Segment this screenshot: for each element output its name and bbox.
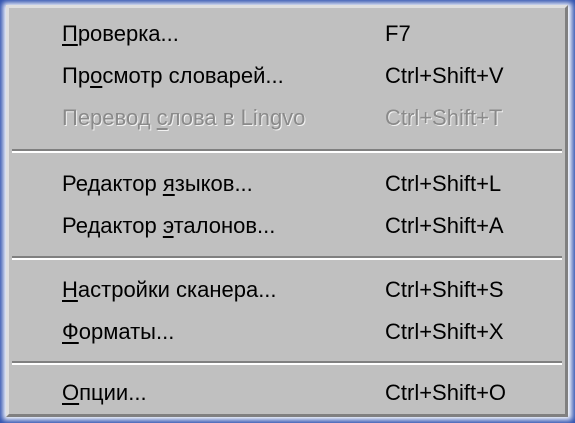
menu-item-shortcut: Ctrl+Shift+S xyxy=(385,277,504,302)
accelerator-key: П xyxy=(62,21,78,46)
accelerator-key: О xyxy=(62,380,80,405)
menu-item-scanner-settings[interactable]: Настройки сканера... Ctrl+Shift+S xyxy=(9,270,565,310)
screenshot-frame: Проверка... F7 Просмотр словарей... Ctrl… xyxy=(0,0,575,423)
menu-item-shortcut: Ctrl+Shift+A xyxy=(385,213,504,238)
menu-item-pattern-editor[interactable]: Редактор эталонов... Ctrl+Shift+A xyxy=(9,206,565,246)
accelerator-key: Ф xyxy=(62,319,79,344)
menu-separator xyxy=(12,256,562,260)
menu-separator xyxy=(12,361,562,365)
menu-item-label: Форматы... xyxy=(62,319,175,344)
menu-item-language-editor[interactable]: Редактор языков... Ctrl+Shift+L xyxy=(9,164,565,204)
context-menu: Проверка... F7 Просмотр словарей... Ctrl… xyxy=(6,5,568,417)
accelerator-key: Н xyxy=(62,277,78,302)
menu-item-options[interactable]: Опции... Ctrl+Shift+O xyxy=(9,373,565,413)
menu-item-label: Перевод слова в Lingvo xyxy=(62,105,306,130)
menu-item-label: Просмотр словарей... xyxy=(62,63,284,88)
menu-item-label: Проверка... xyxy=(62,21,179,46)
menu-item-shortcut: Ctrl+Shift+O xyxy=(385,380,507,405)
accelerator-key: я xyxy=(162,171,175,196)
menu-item-label: Настройки сканера... xyxy=(62,277,277,302)
menu-item-shortcut: F7 xyxy=(385,21,411,46)
accelerator-key: о xyxy=(90,63,103,88)
menu-item-label: Опции... xyxy=(62,380,147,405)
menu-item-label: Редактор эталонов... xyxy=(62,213,276,238)
accelerator-key: с xyxy=(156,105,168,130)
menu-item-translate-word-lingvo: Перевод слова в Lingvo Ctrl+Shift+T xyxy=(9,98,565,138)
menu-item-label: Редактор языков... xyxy=(62,171,253,196)
menu-separator xyxy=(12,149,562,153)
menu-item-shortcut: Ctrl+Shift+L xyxy=(385,171,502,196)
menu-item-shortcut: Ctrl+Shift+V xyxy=(385,63,504,88)
accelerator-key: э xyxy=(162,213,174,238)
menu-item-check[interactable]: Проверка... F7 xyxy=(9,14,565,54)
menu-item-view-dictionaries[interactable]: Просмотр словарей... Ctrl+Shift+V xyxy=(9,56,565,96)
menu-item-shortcut: Ctrl+Shift+T xyxy=(385,105,503,130)
menu-item-formats[interactable]: Форматы... Ctrl+Shift+X xyxy=(9,312,565,352)
menu-item-shortcut: Ctrl+Shift+X xyxy=(385,319,504,344)
